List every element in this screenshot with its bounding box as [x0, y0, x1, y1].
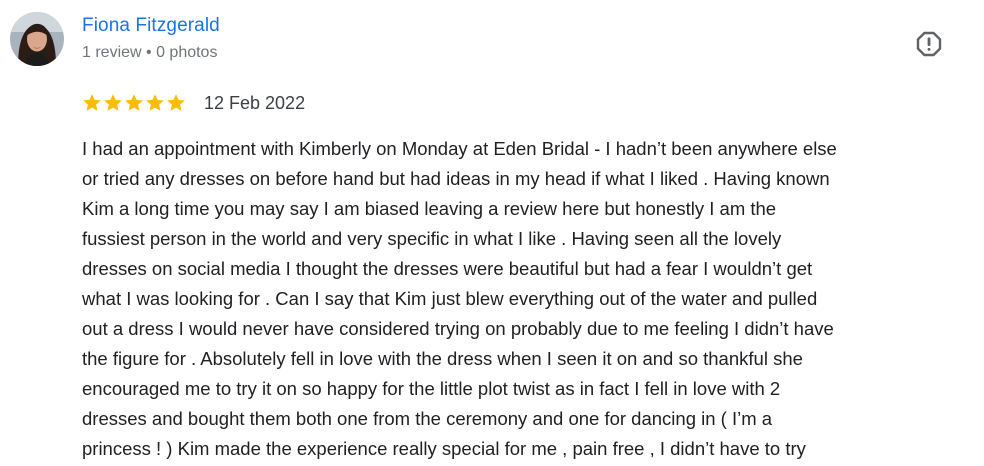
- reviewer-meta: 1 review • 0 photos: [82, 44, 218, 61]
- review-text: I had an appointment with Kimberly on Mo…: [82, 134, 962, 464]
- review-text-line: what I was looking for . Can I say that …: [82, 288, 818, 309]
- rating-row: 12 Feb 2022: [82, 91, 305, 115]
- star-icon: [103, 93, 123, 113]
- review-date: 12 Feb 2022: [204, 92, 306, 113]
- review-text-line: dresses and bought them both one from th…: [82, 408, 773, 429]
- review-text-line: dresses on social media I thought the dr…: [82, 258, 813, 279]
- star-icon: [124, 93, 144, 113]
- review-text-line: out a dress I would never have considere…: [82, 318, 834, 339]
- star-icon: [145, 93, 165, 113]
- review-text-line: or tried any dresses on before hand but …: [82, 168, 830, 189]
- review-text-line: fussiest person in the world and very sp…: [82, 228, 782, 249]
- star-icon: [166, 93, 186, 113]
- review-text-line: Kim a long time you may say I am biased …: [82, 198, 777, 219]
- reviewer-name-link[interactable]: Fiona Fitzgerald: [82, 15, 220, 37]
- star-icon: [82, 93, 102, 113]
- review-text-line: the figure for . Absolutely fell in love…: [82, 348, 803, 369]
- report-flag-icon: [916, 31, 942, 57]
- avatar-image: [10, 12, 64, 66]
- review-text-line: I had an appointment with Kimberly on Mo…: [82, 138, 837, 159]
- report-review-button[interactable]: [913, 28, 945, 60]
- star-rating: [82, 93, 186, 113]
- reviewer-avatar[interactable]: [10, 12, 64, 66]
- review-text-line: princess ! ) Kim made the experience rea…: [82, 438, 806, 459]
- review-text-line: encouraged me to try it on so happy for …: [82, 378, 781, 399]
